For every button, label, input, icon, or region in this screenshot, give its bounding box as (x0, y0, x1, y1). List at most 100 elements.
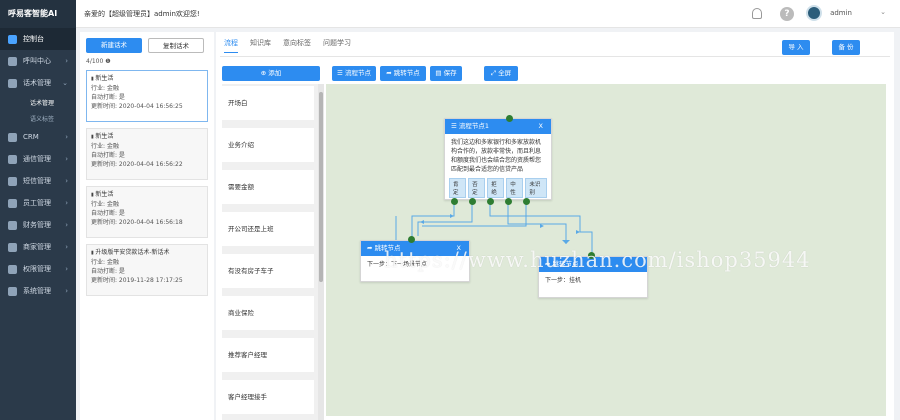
flow-node-1-input-port[interactable] (506, 115, 513, 122)
tab-knowledge[interactable]: 知识库 (250, 38, 271, 53)
flow-node-button-label: 流程节点 (344, 69, 371, 77)
branch-affirm[interactable]: 肯定 (449, 178, 467, 198)
comm-icon (8, 154, 17, 164)
node-list-item[interactable]: 业务介绍 (222, 128, 314, 162)
node-list-item[interactable]: 开场白 (222, 86, 314, 120)
script-count: 4/100 ❶ (86, 58, 111, 65)
jump-node-2[interactable]: ➦ 跳转节点 下一步：挂机 (538, 256, 648, 298)
script-industry: 行业: 金融 (91, 201, 119, 208)
sidebar-item-0[interactable]: 控制台 (0, 28, 76, 50)
sidebar-item-10[interactable]: 系统管理 › (0, 280, 76, 302)
flow-node-1-branches: 肯定 否定 拒绝 中性 未识别 (445, 178, 551, 202)
script-card[interactable]: 新生活行业: 金融自动打断: 是更新时间: 2020-04-04 16:56:2… (86, 128, 208, 180)
script-card[interactable]: 升级版平安贷款话术-新话术行业: 金融自动打断: 是更新时间: 2019-11-… (86, 244, 208, 296)
flow-editor-panel: 流程 知识库 意向标签 问题学习 导 入 备 份 ⊕ 添加 ☰ 流程节点 ➦ 跳… (216, 32, 894, 420)
copy-script-button[interactable]: 复制话术 (148, 38, 204, 53)
chevron-down-icon[interactable]: ⌄ (880, 8, 886, 16)
sidebar-subitem-1[interactable]: 语义标签 (0, 110, 76, 126)
sidebar-item-4[interactable]: 通信管理 › (0, 148, 76, 170)
add-button-label: 添加 (268, 69, 282, 77)
script-card[interactable]: 新生活行业: 金融自动打断: 是更新时间: 2020-04-04 16:56:2… (86, 70, 208, 122)
avatar[interactable] (806, 5, 822, 21)
script-card[interactable]: 新生活行业: 金融自动打断: 是更新时间: 2020-04-04 16:56:1… (86, 186, 208, 238)
script-updated: 更新时间: 2019-11-28 17:17:25 (91, 277, 183, 284)
script-industry: 行业: 金融 (91, 143, 119, 150)
flow-node-1-header[interactable]: ☰ 流程节点1 X (445, 119, 551, 134)
sidebar-item-8[interactable]: 商家管理 › (0, 236, 76, 258)
jump-node-1-text: 下一步：下一场景节点 (367, 261, 428, 268)
tab-intent-labels[interactable]: 意向标签 (283, 38, 311, 53)
chevron-right-icon: › (65, 133, 68, 141)
chevron-right-icon: › (65, 287, 68, 295)
system-icon (8, 286, 17, 296)
sidebar-item-7[interactable]: 财务管理 › (0, 214, 76, 236)
jump-node-2-title: 跳转节点 (552, 260, 579, 268)
port-unrecognized[interactable] (523, 198, 530, 205)
node-list-item[interactable]: 商业保险 (222, 296, 314, 330)
fullscreen-button[interactable]: ⤢ 全屏 (484, 66, 518, 81)
script-title: 升级版平安贷款话术-新话术 (91, 248, 203, 258)
sidebar-item-label: 商家管理 (23, 243, 51, 251)
sidebar-item-2[interactable]: 话术管理 ⌄ (0, 72, 76, 94)
branch-unrecognized[interactable]: 未识别 (525, 178, 547, 198)
jump-node-1-input-port[interactable] (408, 236, 415, 243)
sidebar-item-label: 系统管理 (23, 287, 51, 295)
permission-icon (8, 264, 17, 274)
crm-icon (8, 132, 17, 142)
share-icon: ➦ (545, 260, 553, 268)
import-button[interactable]: 导 入 (782, 40, 810, 55)
sidebar-subitem-0[interactable]: 话术管理 (0, 94, 76, 110)
sidebar-item-label: 财务管理 (23, 221, 51, 229)
jump-node-1[interactable]: ➦ 跳转节点 X 下一步：下一场景节点 (360, 240, 470, 282)
top-bar: 亲爱的【超级管理员】admin欢迎您! ? admin ⌄ (76, 0, 900, 28)
port-negate[interactable] (469, 198, 476, 205)
node-list-item[interactable]: 需要金额 (222, 170, 314, 204)
sidebar-item-1[interactable]: 呼叫中心 › (0, 50, 76, 72)
jump-node-2-input-port[interactable] (588, 252, 595, 259)
staff-icon (8, 198, 17, 208)
jump-node-1-header[interactable]: ➦ 跳转节点 X (361, 241, 469, 256)
save-button[interactable]: ▤ 保存 (430, 66, 462, 81)
username[interactable]: admin (830, 9, 852, 17)
sidebar-item-3[interactable]: CRM › (0, 126, 76, 148)
node-list-item[interactable]: 开公司还是上班 (222, 212, 314, 246)
branch-reject[interactable]: 拒绝 (487, 178, 505, 198)
flow-canvas[interactable]: ☰ 流程节点1 X 我们这边和多家银行和多家放款机构合作的，放款非常快，而且利息… (326, 84, 886, 416)
chevron-right-icon: › (65, 199, 68, 207)
close-icon[interactable]: X (539, 119, 543, 134)
port-neutral[interactable] (505, 198, 512, 205)
save-icon: ▤ (435, 69, 444, 77)
new-script-button[interactable]: 新建话术 (86, 38, 142, 53)
sidebar-item-9[interactable]: 权限管理 › (0, 258, 76, 280)
branch-negate[interactable]: 否定 (468, 178, 486, 198)
flow-node-button[interactable]: ☰ 流程节点 (332, 66, 376, 81)
node-list-item[interactable]: 有没有房子车子 (222, 254, 314, 288)
jump-node-1-title: 跳转节点 (374, 244, 401, 252)
sidebar-item-label: 员工管理 (23, 199, 51, 207)
bell-icon[interactable] (752, 8, 762, 19)
tab-question-learning[interactable]: 问题学习 (323, 38, 351, 53)
sidebar-item-6[interactable]: 员工管理 › (0, 192, 76, 214)
jump-node-button[interactable]: ➦ 跳转节点 (380, 66, 426, 81)
port-affirm[interactable] (451, 198, 458, 205)
scroll-thumb[interactable] (319, 92, 323, 282)
tab-flow[interactable]: 流程 (224, 38, 238, 53)
node-list-item[interactable]: 推荐客户经理 (222, 338, 314, 372)
node-list-scrollbar[interactable] (318, 84, 324, 420)
finance-icon (8, 220, 17, 230)
phone-icon (8, 56, 17, 66)
chevron-right-icon: › (65, 265, 68, 273)
branch-neutral[interactable]: 中性 (506, 178, 524, 198)
sidebar-item-5[interactable]: 短信管理 › (0, 170, 76, 192)
flow-node-1[interactable]: ☰ 流程节点1 X 我们这边和多家银行和多家放款机构合作的，放款非常快，而且利息… (444, 118, 552, 200)
port-reject[interactable] (487, 198, 494, 205)
backup-button[interactable]: 备 份 (832, 40, 860, 55)
close-icon[interactable]: X (457, 241, 461, 256)
node-list-item[interactable]: 客户经理接手 (222, 380, 314, 414)
add-button[interactable]: ⊕ 添加 (222, 66, 320, 81)
jump-node-2-text: 下一步：挂机 (545, 277, 582, 284)
jump-node-2-header[interactable]: ➦ 跳转节点 (539, 257, 647, 272)
merchant-icon (8, 242, 17, 252)
script-industry: 行业: 金融 (91, 259, 119, 266)
help-icon[interactable]: ? (780, 7, 794, 21)
